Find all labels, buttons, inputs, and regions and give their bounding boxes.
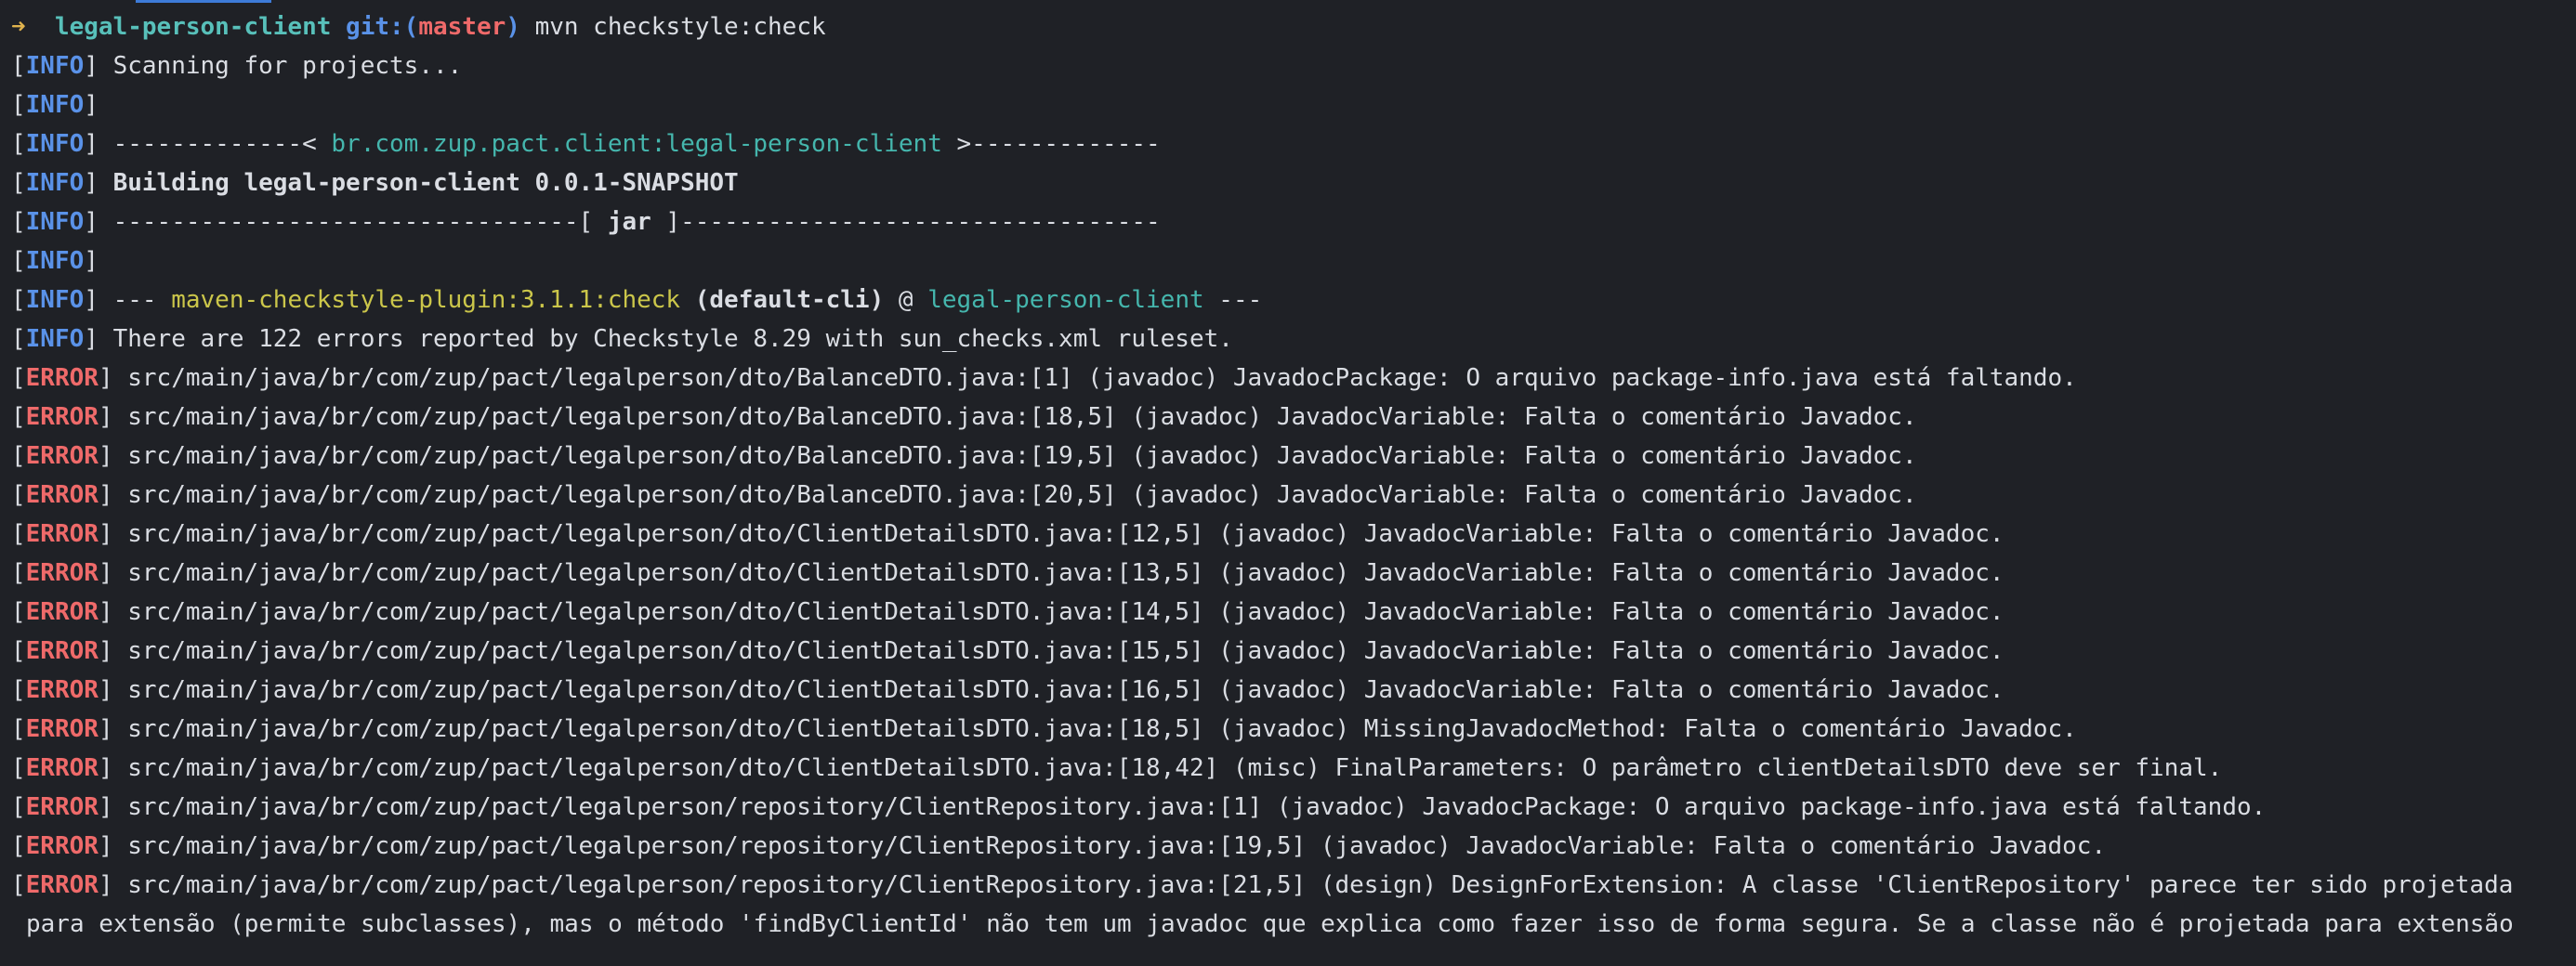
info-tag: INFO [25,325,85,353]
error-tag: ERROR [25,832,99,860]
error-tag: ERROR [25,715,99,743]
error-tag: ERROR [25,520,99,548]
error-message: src/main/java/br/com/zup/pact/legalperso… [127,793,2267,821]
log-line-info: [INFO] --- maven-checkstyle-plugin:3.1.1… [11,286,1263,314]
error-tag: ERROR [25,364,99,392]
plugin-project: legal-person-client [927,286,1204,314]
prompt-arrow-icon: ➜ [11,13,26,41]
error-message: src/main/java/br/com/zup/pact/legalperso… [127,520,2004,548]
error-message: src/main/java/br/com/zup/pact/legalperso… [127,403,1917,431]
error-message: src/main/java/br/com/zup/pact/legalperso… [127,676,2004,704]
terminal-window[interactable]: ➜ legal-person-client git:(master) mvn c… [0,0,2576,966]
build-title: Building legal-person-client 0.0.1-SNAPS… [112,169,739,197]
plugin-execution: (default-cli) [680,286,885,314]
error-message: src/main/java/br/com/zup/pact/legalperso… [127,442,1917,470]
error-tag: ERROR [25,754,99,782]
error-tag: ERROR [25,481,99,509]
log-line-continuation: para extensão (permite subclasses), mas … [26,910,2514,938]
error-message: src/main/java/br/com/zup/pact/legalperso… [127,598,2004,626]
error-message: src/main/java/br/com/zup/pact/legalperso… [127,559,2004,587]
error-tag: ERROR [25,598,99,626]
checkstyle-summary: There are 122 errors reported by Checkst… [112,325,1233,353]
log-line-info: [INFO] [11,247,99,275]
log-line-error: [ERROR] src/main/java/br/com/zup/pact/le… [11,520,2004,548]
error-tag: ERROR [25,793,99,821]
artifact-id: br.com.zup.pact.client:legal-person-clie… [331,130,942,158]
log-line-info: [INFO] Building legal-person-client 0.0.… [11,169,739,197]
error-message: src/main/java/br/com/zup/pact/legalperso… [127,637,2004,665]
log-line-error: [ERROR] src/main/java/br/com/zup/pact/le… [11,754,2223,782]
log-line-error: [ERROR] src/main/java/br/com/zup/pact/le… [11,676,2004,704]
prompt-directory: legal-person-client [54,13,332,41]
info-tag: INFO [25,286,85,314]
terminal-output[interactable]: ➜ legal-person-client git:(master) mvn c… [11,7,2576,944]
error-message: src/main/java/br/com/zup/pact/legalperso… [127,754,2223,782]
log-line-error: [ERROR] src/main/java/br/com/zup/pact/le… [11,598,2004,626]
plugin-goal: maven-checkstyle-plugin:3.1.1:check [171,286,681,314]
log-line-error: [ERROR] src/main/java/br/com/zup/pact/le… [11,793,2267,821]
prompt-git-suffix: ) [506,13,520,41]
info-tag: INFO [25,130,85,158]
info-tag: INFO [25,91,85,119]
prompt-git-prefix: git:( [346,13,419,41]
prompt-line: ➜ legal-person-client git:(master) mvn c… [11,7,2576,46]
log-line-error: [ERROR] src/main/java/br/com/zup/pact/le… [11,637,2004,665]
log-line-error: [ERROR] src/main/java/br/com/zup/pact/le… [11,832,2107,860]
error-message: src/main/java/br/com/zup/pact/legalperso… [127,832,2107,860]
info-tag: INFO [25,208,85,236]
info-tag: INFO [25,52,85,80]
log-line-info: [INFO] --------------------------------[… [11,208,1161,236]
log-line-info: [INFO] -------------< br.com.zup.pact.cl… [11,130,1161,158]
log-line-error: [ERROR] src/main/java/br/com/zup/pact/le… [11,403,1917,431]
error-message: src/main/java/br/com/zup/pact/legalperso… [127,715,2077,743]
error-tag: ERROR [25,442,99,470]
error-tag: ERROR [25,637,99,665]
log-line-error: [ERROR] src/main/java/br/com/zup/pact/le… [11,442,1917,470]
error-tag: ERROR [25,559,99,587]
prompt-branch: master [418,13,506,41]
log-line-error: [ERROR] src/main/java/br/com/zup/pact/le… [11,871,2514,899]
log-line-info: [INFO] [11,91,99,119]
error-tag: ERROR [25,871,99,899]
error-message: src/main/java/br/com/zup/pact/legalperso… [127,871,2514,899]
log-line-info: [INFO] There are 122 errors reported by … [11,325,1233,353]
log-line-error: [ERROR] src/main/java/br/com/zup/pact/le… [11,364,2077,392]
error-message: src/main/java/br/com/zup/pact/legalperso… [127,364,2077,392]
packaging-type: jar [607,208,651,236]
log-line-info: [INFO] Scanning for projects... [11,52,463,80]
error-tag: ERROR [25,676,99,704]
info-tag: INFO [25,247,85,275]
active-tab-indicator [136,0,271,3]
log-message: Scanning for projects... [112,52,463,80]
info-tag: INFO [25,169,85,197]
error-tag: ERROR [25,403,99,431]
log-line-error: [ERROR] src/main/java/br/com/zup/pact/le… [11,481,1917,509]
prompt-command: mvn checkstyle:check [534,13,826,41]
error-message: src/main/java/br/com/zup/pact/legalperso… [127,481,1917,509]
log-line-error: [ERROR] src/main/java/br/com/zup/pact/le… [11,559,2004,587]
log-line-error: [ERROR] src/main/java/br/com/zup/pact/le… [11,715,2077,743]
